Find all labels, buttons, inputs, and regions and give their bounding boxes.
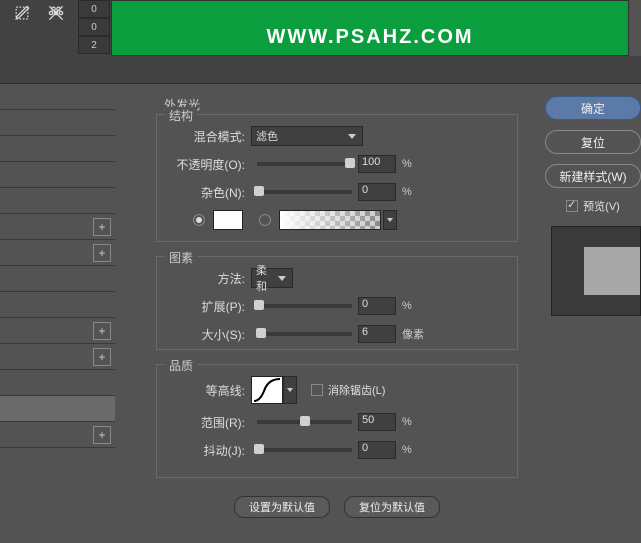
size-input[interactable]: 6 [358, 325, 396, 343]
percent-unit: % [402, 186, 412, 198]
list-item[interactable] [0, 84, 115, 110]
preview-box [551, 226, 641, 316]
jitter-input[interactable]: 0 [358, 441, 396, 459]
method-select[interactable]: 柔和 [251, 268, 293, 288]
ok-button[interactable]: 确定 [545, 96, 641, 120]
spread-slider[interactable] [257, 304, 352, 308]
antialias-checkbox[interactable] [311, 384, 323, 396]
blend-mode-label: 混合模式: [165, 128, 251, 145]
percent-unit: % [402, 416, 412, 428]
percent-unit: % [402, 300, 412, 312]
contour-dropdown[interactable] [283, 376, 297, 404]
gradient-dropdown[interactable] [383, 210, 397, 230]
eyedropper-icon[interactable] [6, 0, 38, 28]
blend-mode-select[interactable]: 滤色 [251, 126, 363, 146]
px-unit: 像素 [402, 326, 424, 342]
list-item[interactable] [0, 370, 115, 396]
spread-input[interactable]: 0 [358, 297, 396, 315]
settings-panel: 外发光 结构 混合模式: 滤色 不透明度(O): 100 % 杂色(N): 0 … [140, 84, 540, 533]
divider-bar [0, 56, 641, 84]
elements-fieldset: 图素 方法: 柔和 扩展(P): 0 % 大小(S): 6 像素 [156, 256, 518, 350]
color-swatch[interactable] [213, 210, 243, 230]
noise-label: 杂色(N): [165, 184, 251, 201]
elements-legend: 图素 [165, 249, 197, 266]
quality-legend: 品质 [165, 357, 197, 374]
num-cell[interactable]: 0 [78, 0, 110, 18]
heal-tool-icon[interactable] [40, 0, 72, 28]
new-style-button[interactable]: 新建样式(W) [545, 164, 641, 188]
preview-inner [584, 247, 640, 295]
preview-label: 预览(V) [583, 198, 620, 214]
effects-list: + + + + + [0, 84, 115, 543]
spread-label: 扩展(P): [165, 298, 251, 315]
plus-icon[interactable]: + [93, 348, 111, 366]
quality-fieldset: 品质 等高线: 消除锯齿(L) 范围(R): 50 % 抖动(J): 0 % [156, 364, 518, 478]
gradient-radio[interactable] [259, 214, 271, 226]
color-radio[interactable] [193, 214, 205, 226]
list-item[interactable] [0, 292, 115, 318]
set-default-button[interactable]: 设置为默认值 [234, 496, 330, 518]
right-buttons: 确定 复位 新建样式(W) 预览(V) [545, 96, 641, 316]
range-label: 范围(R): [165, 414, 251, 431]
jitter-slider[interactable] [257, 448, 352, 452]
list-item[interactable] [0, 136, 115, 162]
range-input[interactable]: 50 [358, 413, 396, 431]
size-label: 大小(S): [165, 326, 251, 343]
noise-slider[interactable] [257, 190, 352, 194]
jitter-label: 抖动(J): [165, 442, 251, 459]
list-item[interactable]: + [0, 344, 115, 370]
antialias-label: 消除锯齿(L) [328, 382, 385, 398]
contour-label: 等高线: [165, 382, 251, 399]
plus-icon[interactable]: + [93, 244, 111, 262]
contour-picker[interactable] [251, 376, 283, 404]
list-item-selected[interactable] [0, 396, 115, 422]
banner-text: WWW.PSAHZ.COM [266, 26, 473, 49]
plus-icon[interactable]: + [93, 322, 111, 340]
tool-number-column: 0 0 2 [78, 0, 110, 54]
num-cell[interactable]: 2 [78, 36, 110, 54]
list-item[interactable] [0, 188, 115, 214]
list-item[interactable] [0, 266, 115, 292]
list-item[interactable] [0, 162, 115, 188]
percent-unit: % [402, 444, 412, 456]
preview-checkbox[interactable] [566, 200, 578, 212]
percent-unit: % [402, 158, 412, 170]
reset-button[interactable]: 复位 [545, 130, 641, 154]
gradient-swatch[interactable] [279, 210, 381, 230]
list-item[interactable]: + [0, 422, 115, 448]
size-slider[interactable] [257, 332, 352, 336]
plus-icon[interactable]: + [93, 426, 111, 444]
structure-fieldset: 结构 混合模式: 滤色 不透明度(O): 100 % 杂色(N): 0 % [156, 114, 518, 242]
list-item[interactable]: + [0, 240, 115, 266]
opacity-slider[interactable] [257, 162, 352, 166]
method-label: 方法: [165, 270, 251, 287]
opacity-label: 不透明度(O): [165, 156, 251, 173]
plus-icon[interactable]: + [93, 218, 111, 236]
list-item[interactable] [0, 110, 115, 136]
opacity-input[interactable]: 100 [358, 155, 396, 173]
structure-legend: 结构 [165, 107, 197, 124]
num-cell[interactable]: 0 [78, 18, 110, 36]
list-item[interactable]: + [0, 214, 115, 240]
reset-default-button[interactable]: 复位为默认值 [344, 496, 440, 518]
noise-input[interactable]: 0 [358, 183, 396, 201]
banner: WWW.PSAHZ.COM [111, 0, 629, 56]
range-slider[interactable] [257, 420, 352, 424]
tool-palette: 0 0 2 [0, 0, 111, 56]
list-item[interactable]: + [0, 318, 115, 344]
